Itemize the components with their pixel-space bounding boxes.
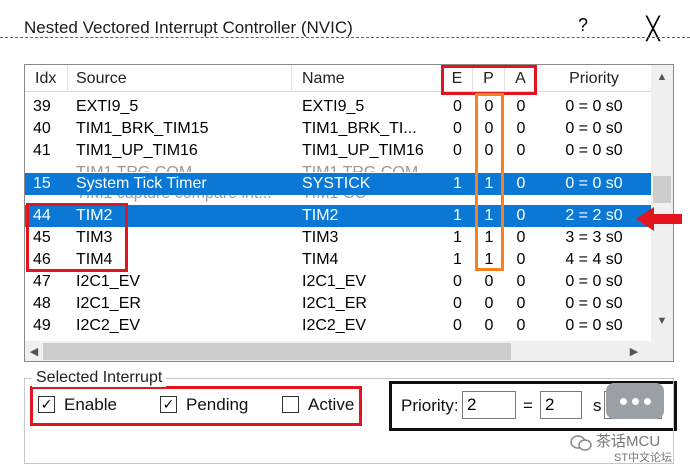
pending-checkbox[interactable]: ✓ <box>160 396 177 413</box>
scrollbar-corner <box>651 341 673 361</box>
title-bar: Nested Vectored Interrupt Controller (NV… <box>0 0 690 58</box>
equals-label: = <box>523 396 533 415</box>
scroll-down-icon[interactable]: ▼ <box>651 311 673 331</box>
window-title: Nested Vectored Interrupt Controller (NV… <box>24 18 353 37</box>
table-row-selected[interactable]: 15 System Tick Timer SYSTICK 1 1 0 0 = 0… <box>25 173 651 195</box>
list-header: Idx Source Name E P A Priority <box>25 65 651 92</box>
priority-input[interactable]: 2 <box>462 391 516 419</box>
arrow-left-icon <box>636 207 682 231</box>
subpriority-label: s <box>593 396 602 415</box>
annotation-box-pending <box>475 93 504 271</box>
active-label: Active <box>308 395 355 414</box>
enable-checkbox[interactable]: ✓ <box>38 396 55 413</box>
horizontal-scrollbar[interactable]: ◀ ▶ <box>25 341 651 361</box>
table-row[interactable]: 49 I2C2_EV I2C2_EV 0 0 0 0 = 0 s0 <box>25 315 651 337</box>
annotation-box-timers <box>26 203 128 272</box>
watermark-site: ST中文论坛 <box>614 452 673 464</box>
group-label: Selected Interrupt <box>32 369 167 387</box>
active-checkbox[interactable] <box>282 396 299 413</box>
enable-label: Enable <box>64 395 117 414</box>
col-name[interactable]: Name <box>292 65 442 92</box>
annotation-box-columns <box>441 65 537 95</box>
pending-label: Pending <box>186 395 249 414</box>
col-source[interactable]: Source <box>68 65 292 92</box>
wechat-icon <box>570 435 592 451</box>
close-button[interactable]: ╳ <box>638 14 668 44</box>
title-divider <box>0 37 690 38</box>
vertical-scrollbar[interactable]: ▲ ▼ <box>651 65 673 341</box>
table-row[interactable]: 47 I2C1_EV I2C1_EV 0 0 0 0 = 0 s0 <box>25 271 651 293</box>
table-row[interactable]: 39 EXTI9_5 EXTI9_5 0 0 0 0 = 0 s0 <box>25 96 651 118</box>
chat-bubble-icon <box>606 383 664 419</box>
col-priority[interactable]: Priority <box>537 65 651 92</box>
col-idx[interactable]: Idx <box>25 65 68 92</box>
table-row[interactable]: 48 I2C1_ER I2C1_ER 0 0 0 0 = 0 s0 <box>25 293 651 315</box>
help-button[interactable]: ? <box>573 15 593 39</box>
scroll-left-icon[interactable]: ◀ <box>25 342 43 361</box>
scroll-right-icon[interactable]: ▶ <box>625 342 643 361</box>
table-row[interactable]: 41 TIM1_UP_TIM16 TIM1_UP_TIM16 0 0 0 0 =… <box>25 140 651 162</box>
table-row[interactable]: 40 TIM1_BRK_TIM15 TIM1_BRK_TI... 0 0 0 0… <box>25 118 651 140</box>
watermark-brand: 茶话MCU <box>596 433 661 450</box>
priority-label: Priority: <box>401 396 459 415</box>
group-priority-input[interactable]: 2 <box>540 391 582 419</box>
horizontal-scroll-thumb[interactable] <box>43 343 511 360</box>
scroll-up-icon[interactable]: ▲ <box>651 67 673 87</box>
vertical-scroll-thumb[interactable] <box>653 176 671 203</box>
table-row-clipped: TIM1 TRG COM... TIM1 TRG COM <box>25 162 651 172</box>
